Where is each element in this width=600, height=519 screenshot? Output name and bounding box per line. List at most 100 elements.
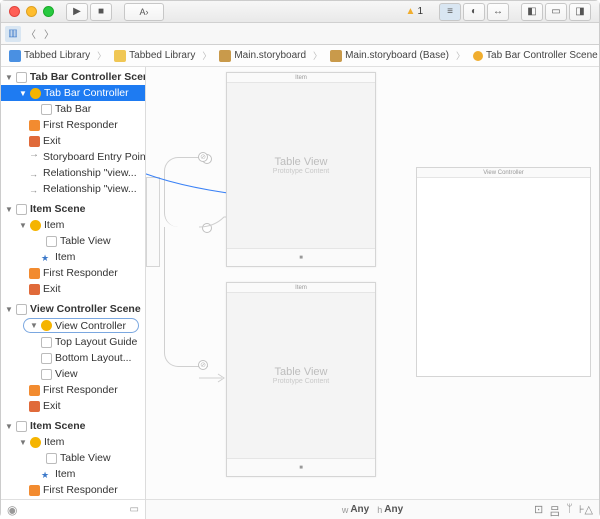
outline-first-responder[interactable]: First Responder xyxy=(1,117,145,133)
zoom-out-icon[interactable]: ⊡ xyxy=(534,503,543,519)
outline-exit[interactable]: Exit xyxy=(1,133,145,149)
nav-back-icon[interactable]: 〈 xyxy=(23,26,39,42)
close-window-icon[interactable] xyxy=(9,6,20,17)
layout-guide-icon xyxy=(41,337,52,348)
run-button[interactable]: ▶ xyxy=(66,3,88,21)
storyboard-icon xyxy=(219,50,231,62)
outline-bottom-layout-guide[interactable]: Bottom Layout... xyxy=(1,350,145,366)
outline-first-responder[interactable]: First Responder xyxy=(1,382,145,398)
layout-guide-icon xyxy=(41,353,52,364)
tableview-icon xyxy=(46,236,57,247)
canvas-footer: w Any h Any ⊡ 吕 ᛘ ⊦△ xyxy=(146,499,599,519)
outline-exit[interactable]: Exit xyxy=(1,398,145,414)
exit-icon xyxy=(29,136,40,147)
relationship-icon xyxy=(29,168,40,179)
outline-item-tab[interactable]: Item xyxy=(1,249,145,265)
outline-tab-bar-controller[interactable]: ▼Tab Bar Controller xyxy=(1,85,145,101)
tabbar-mock: ■ xyxy=(227,458,375,476)
crumb-storyboard-base[interactable]: Main.storyboard (Base) xyxy=(326,49,469,62)
toggle-bottom-panel-button[interactable]: ▭ xyxy=(545,3,567,21)
star-icon xyxy=(41,252,52,263)
outline-relationship[interactable]: Relationship "view... xyxy=(1,181,145,197)
outline-table-view[interactable]: ▼Table View xyxy=(1,450,145,466)
outline-view[interactable]: View xyxy=(1,366,145,382)
outline-item-controller[interactable]: ▼Item xyxy=(1,434,145,450)
warning-count: 1 xyxy=(417,6,423,17)
mockup-body: Table View Prototype Content xyxy=(227,83,375,248)
outline-footer: ◉ ▭ xyxy=(1,499,145,519)
scene-header[interactable]: ▼Item Scene xyxy=(1,201,145,217)
mockup-body: Table View Prototype Content xyxy=(227,293,375,458)
relationship-icon xyxy=(29,184,40,195)
editor-standard-button[interactable]: ≡ xyxy=(439,3,461,21)
prototype-label: Prototype Content xyxy=(273,168,329,175)
crumb-storyboard[interactable]: Main.storyboard xyxy=(215,49,326,62)
outline-tab-bar[interactable]: Tab Bar xyxy=(1,101,145,117)
crumb-scene[interactable]: Tab Bar Controller Scene xyxy=(469,49,599,62)
entry-point-icon xyxy=(29,152,40,163)
scene-list-icon xyxy=(16,72,27,83)
resolve-icon[interactable]: ⊦△ xyxy=(579,503,593,519)
tableview-label: Table View xyxy=(275,156,328,168)
crumb-folder[interactable]: Tabbed Library xyxy=(110,49,215,62)
scene-title-bar: Item xyxy=(227,283,375,293)
outline-first-responder[interactable]: First Responder xyxy=(1,265,145,281)
size-w-prefix: w xyxy=(342,505,349,515)
scene-header[interactable]: ▼Tab Bar Controller Scene xyxy=(1,69,145,85)
first-responder-icon xyxy=(29,120,40,131)
scene-header[interactable]: ▼View Controller Scene xyxy=(1,301,145,317)
project-icon xyxy=(9,50,21,62)
controller-icon xyxy=(30,88,41,99)
run-controls: ▶ ■ xyxy=(66,3,112,21)
stop-button[interactable]: ■ xyxy=(90,3,112,21)
toggle-right-panel-button[interactable]: ◨ xyxy=(569,3,591,21)
outline-first-responder[interactable]: First Responder xyxy=(1,482,145,498)
outline-item-tab[interactable]: Item xyxy=(1,466,145,482)
table-view-scene-bottom[interactable]: Item Table View Prototype Content ■ xyxy=(226,282,376,477)
storyboard-icon xyxy=(330,50,342,62)
align-icon[interactable]: 吕 xyxy=(549,503,560,519)
issues-badge[interactable]: ▲ 1 xyxy=(406,6,423,17)
table-view-scene-top[interactable]: Item Table View Prototype Content ■ xyxy=(226,72,376,267)
tabbar-mock: ■ xyxy=(227,248,375,266)
nav-forward-icon[interactable]: 〉 xyxy=(41,26,57,42)
toggle-left-panel-button[interactable]: ◧ xyxy=(521,3,543,21)
scene-title-bar: Item xyxy=(227,73,375,83)
titlebar: ▶ ■ A› ▲ 1 ≡ ◐ ↔ ◧ ▭ ◨ xyxy=(1,1,599,23)
navigator-bar: ▥ 〈 〉 xyxy=(1,23,599,45)
outline-table-view[interactable]: ▼Table View xyxy=(1,233,145,249)
editor-assistant-button[interactable]: ◐ xyxy=(463,3,485,21)
scene-list-icon xyxy=(16,204,27,215)
outline-view-controller[interactable]: ▼View Controller xyxy=(23,318,139,333)
size-class-height[interactable]: Any xyxy=(384,504,403,515)
outline-relationship[interactable]: Relationship "view... xyxy=(1,165,145,181)
crumb-project[interactable]: Tabbed Library xyxy=(5,49,110,62)
scene-list-icon xyxy=(16,421,27,432)
breadcrumb: Tabbed Library Tabbed Library Main.story… xyxy=(1,45,599,67)
pin-icon[interactable]: ᛘ xyxy=(566,503,573,519)
scheme-button[interactable]: A› xyxy=(124,3,164,21)
controller-icon xyxy=(30,220,41,231)
filter-icon[interactable]: ◉ xyxy=(7,503,17,517)
warning-icon: ▲ xyxy=(406,6,416,17)
scene-icon xyxy=(473,51,483,61)
outline-top-layout-guide[interactable]: Top Layout Guide xyxy=(1,334,145,350)
outline-toggle-icon[interactable]: ▭ xyxy=(130,504,139,515)
scene-list-icon xyxy=(16,304,27,315)
zoom-window-icon[interactable] xyxy=(43,6,54,17)
outline-item-controller[interactable]: ▼Item xyxy=(1,217,145,233)
storyboard-canvas[interactable]: ⊘ ⊘ Item Table View Prototype Content ■ xyxy=(146,67,599,519)
project-navigator-icon[interactable]: ▥ xyxy=(5,26,21,42)
scene-header[interactable]: ▼Item Scene xyxy=(1,418,145,434)
prototype-label: Prototype Content xyxy=(273,378,329,385)
segue-icon[interactable]: ⊘ xyxy=(198,360,208,370)
minimize-window-icon[interactable] xyxy=(26,6,37,17)
outline-entry-point[interactable]: Storyboard Entry Point xyxy=(1,149,145,165)
tabbar-icon xyxy=(41,104,52,115)
view-icon xyxy=(41,369,52,380)
outline-exit[interactable]: Exit xyxy=(1,281,145,297)
size-class-width[interactable]: Any xyxy=(350,504,369,515)
view-controller-scene[interactable]: View Controller xyxy=(416,167,591,377)
controller-icon xyxy=(30,437,41,448)
editor-version-button[interactable]: ↔ xyxy=(487,3,509,21)
